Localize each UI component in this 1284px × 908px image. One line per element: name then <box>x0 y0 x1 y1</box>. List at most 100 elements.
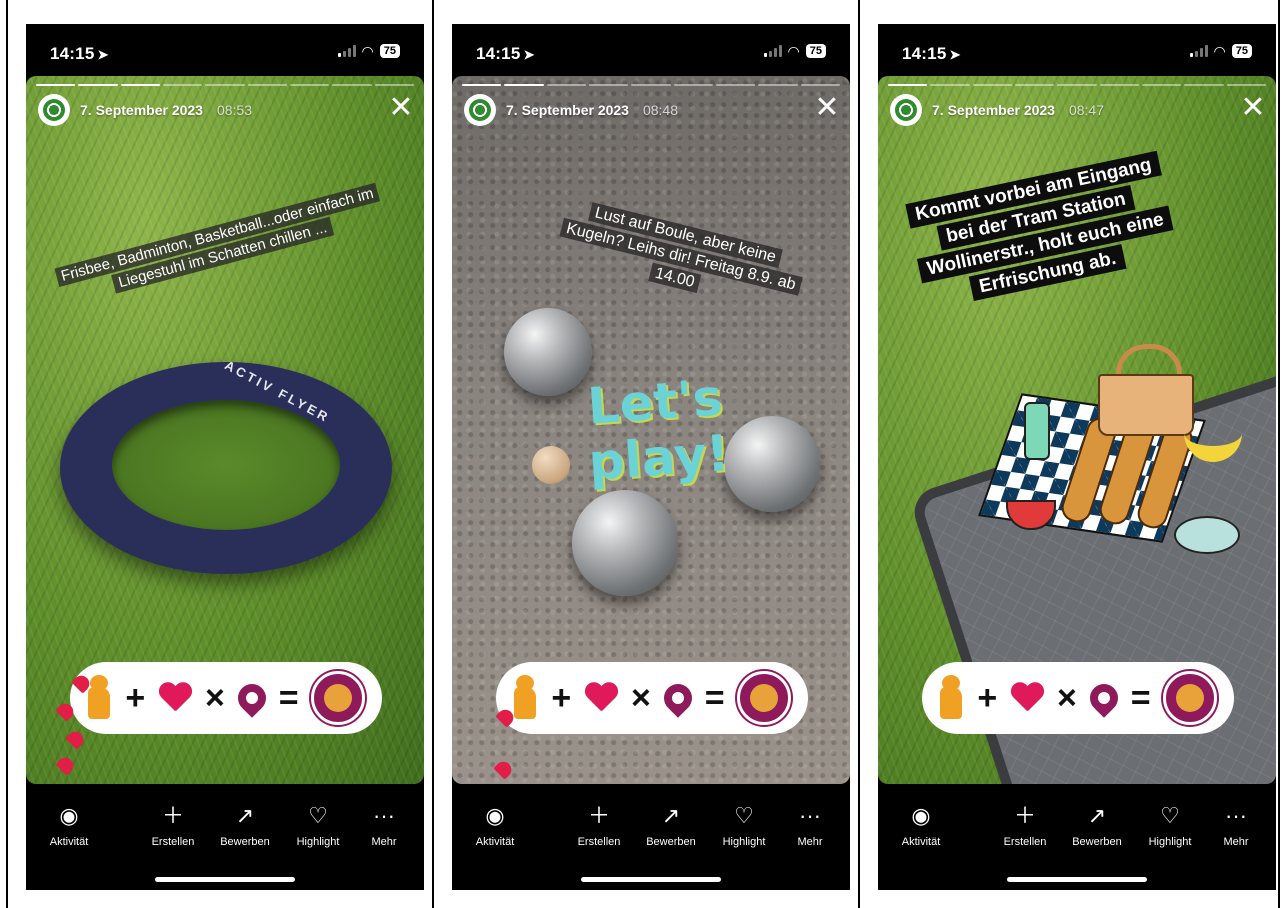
home-indicator[interactable] <box>155 877 295 882</box>
nav-erstellen[interactable]: ＋ Erstellen <box>559 802 639 848</box>
wifi-icon: ◠ <box>1213 43 1226 59</box>
nav-mehr[interactable]: ··· Mehr <box>770 802 850 848</box>
location-arrow-icon: ➤ <box>949 47 961 62</box>
berlin-bear-icon <box>938 675 964 721</box>
times-sign: × <box>1057 678 1077 717</box>
equals-sign: = <box>278 678 299 717</box>
bottom-nav: ◉ Aktivität ＋ Erstellen ↗ Bewerben ♡ Highlig… <box>878 784 1276 890</box>
banana-icon <box>1184 404 1242 462</box>
more-icon: ··· <box>373 803 395 828</box>
nav-bewerben[interactable]: ↗ Bewerben <box>205 802 285 848</box>
status-icons: ◠ 75 <box>763 43 826 59</box>
location-arrow-icon: ➤ <box>97 47 109 62</box>
avatar[interactable] <box>890 94 922 126</box>
trend-icon: ↗ <box>1087 803 1107 828</box>
bottom-nav: ◉ Aktivität ＋ Erstellen ↗ Bewerben ♡ Highlig… <box>452 784 850 890</box>
location-pin-icon <box>657 678 698 718</box>
status-icons: ◠ 75 <box>1189 43 1252 59</box>
story-progress <box>36 84 414 86</box>
bear-badge-icon <box>737 671 792 725</box>
story-view[interactable]: 7. September 2023 08:47 ✕ Kommt vorbei a… <box>878 76 1276 784</box>
plus-sign: + <box>125 678 146 717</box>
battery-icon: 75 <box>1231 44 1252 58</box>
nav-mehr[interactable]: ··· Mehr <box>1196 802 1276 848</box>
story-date: 7. September 2023 <box>506 102 629 118</box>
nav-erstellen[interactable]: ＋ Erstellen <box>985 802 1065 848</box>
status-time: 14:15 ➤ <box>902 44 961 63</box>
phone-screen: 14:15 ➤ ◠ 75 7. September 2023 08:48 ✕ Lu… <box>452 24 850 890</box>
plus-sign: + <box>551 678 572 717</box>
phone-screen: 14:15 ➤ ◠ 75 7. September 2023 08:53 ✕ Fr… <box>26 24 424 890</box>
nav-bewerben[interactable]: ↗ Bewerben <box>1057 802 1137 848</box>
story-progress <box>462 84 840 86</box>
story-caption: Frisbee, Badminton, Basketball...oder ei… <box>50 181 389 310</box>
signal-icon <box>1189 45 1208 57</box>
status-bar: 14:15 ➤ ◠ 75 <box>452 24 850 76</box>
times-sign: × <box>205 678 225 717</box>
home-indicator[interactable] <box>1007 877 1147 882</box>
battery-icon: 75 <box>379 44 400 58</box>
close-icon[interactable]: ✕ <box>1240 93 1266 123</box>
equals-sign: = <box>704 678 725 717</box>
story-header: 7. September 2023 08:47 <box>890 94 1104 126</box>
story-caption: Lust auf Boule, aber keine Kugeln? Leihs… <box>554 195 807 318</box>
plus-icon: ＋ <box>1013 803 1036 828</box>
more-icon: ··· <box>799 803 821 828</box>
eye-icon: ◉ <box>911 803 931 828</box>
screenshot-2: 14:15 ➤ ◠ 75 7. September 2023 08:48 ✕ Lu… <box>432 0 860 908</box>
story-header: 7. September 2023 08:48 <box>464 94 678 126</box>
trend-icon: ↗ <box>235 803 255 828</box>
story-time: 08:48 <box>642 102 679 118</box>
nav-bewerben[interactable]: ↗ Bewerben <box>631 802 711 848</box>
signal-icon <box>337 45 356 57</box>
close-icon[interactable]: ✕ <box>814 93 840 123</box>
equation-sticker[interactable]: + × = <box>922 662 1234 734</box>
story-view[interactable]: 7. September 2023 08:53 ✕ Frisbee, Badmi… <box>26 76 424 784</box>
bear-badge-icon <box>1163 671 1218 725</box>
heart-icon <box>1010 683 1044 713</box>
cheese-plate-icon <box>1174 516 1240 554</box>
avatar[interactable] <box>38 94 70 126</box>
nav-aktivitaet[interactable]: ◉ Aktivität <box>881 802 961 848</box>
location-pin-icon <box>231 678 272 718</box>
screenshot-3: 14:15 ➤ ◠ 75 7. September 2023 08:47 ✕ Ko… <box>858 0 1280 908</box>
frisbee-brand-text: ACTIV FLYER <box>222 357 333 426</box>
equation-sticker[interactable]: + × = <box>496 662 808 734</box>
avatar[interactable] <box>464 94 496 126</box>
eye-icon: ◉ <box>59 803 79 828</box>
basket-icon <box>1098 374 1194 436</box>
equation-sticker[interactable]: + × = <box>70 662 382 734</box>
wifi-icon: ◠ <box>787 43 800 59</box>
berlin-bear-icon <box>86 675 112 721</box>
bear-badge-icon <box>311 671 366 725</box>
home-indicator[interactable] <box>581 877 721 882</box>
berlin-bear-icon <box>512 675 538 721</box>
location-arrow-icon: ➤ <box>523 47 535 62</box>
heart-icon <box>584 683 618 713</box>
jack-ball <box>532 446 570 484</box>
thermos-icon <box>1024 402 1050 460</box>
phone-screen: 14:15 ➤ ◠ 75 7. September 2023 08:47 ✕ Ko… <box>878 24 1276 890</box>
nav-aktivitaet[interactable]: ◉ Aktivität <box>29 802 109 848</box>
sun-logo-icon <box>43 99 65 121</box>
battery-icon: 75 <box>805 44 826 58</box>
plus-icon: ＋ <box>587 803 610 828</box>
plus-sign: + <box>977 678 998 717</box>
nav-aktivitaet[interactable]: ◉ Aktivität <box>455 802 535 848</box>
status-icons: ◠ 75 <box>337 44 400 58</box>
sun-logo-icon <box>469 99 491 121</box>
close-icon[interactable]: ✕ <box>388 93 414 123</box>
story-date: 7. September 2023 <box>932 102 1055 118</box>
story-time: 08:53 <box>216 102 253 118</box>
story-header: 7. September 2023 08:53 <box>38 94 252 126</box>
status-time: 14:15 ➤ <box>476 44 535 63</box>
status-bar: 14:15 ➤ ◠ 75 <box>26 24 424 76</box>
story-date: 7. September 2023 <box>80 102 203 118</box>
boule-ball <box>572 490 678 596</box>
nav-erstellen[interactable]: ＋ Erstellen <box>133 802 213 848</box>
heart-icon <box>158 683 192 713</box>
equals-sign: = <box>1130 678 1151 717</box>
nav-mehr[interactable]: ··· Mehr <box>344 802 424 848</box>
story-view[interactable]: 7. September 2023 08:48 ✕ Lust auf Boule… <box>452 76 850 784</box>
frisbee-image: ACTIV FLYER <box>60 357 392 574</box>
